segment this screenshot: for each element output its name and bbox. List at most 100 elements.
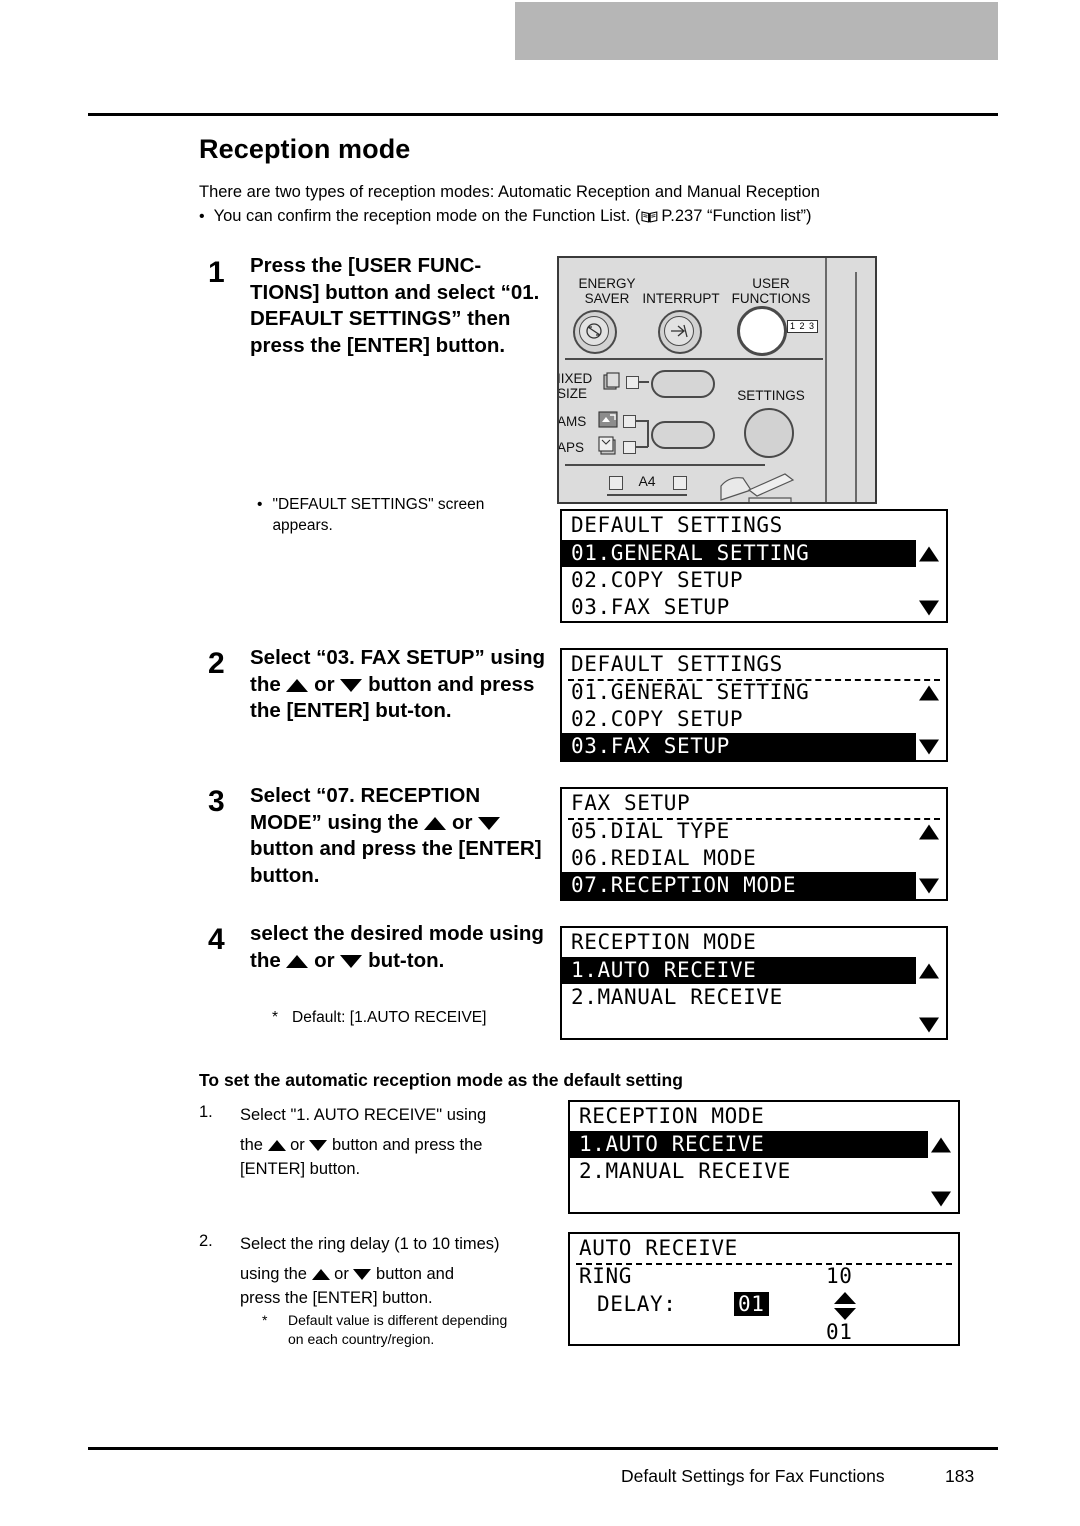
lcd-title: AUTO RECEIVE (579, 1236, 738, 1260)
settings-label: SETTINGS (737, 388, 805, 403)
footer-rule (88, 1447, 998, 1450)
lcd-row-label: 05.DIAL TYPE (571, 819, 730, 843)
lcd-row-label: 2.MANUAL RECEIVE (579, 1159, 791, 1183)
ams-label: AMS (557, 414, 587, 429)
intro-bullet-ref: P.237 “Function list”) (661, 207, 812, 225)
intro-bullet-text: You can confirm the reception mode on th… (214, 205, 812, 228)
lcd-row-1[interactable]: 2.MANUAL RECEIVE (562, 984, 946, 1011)
sub-item-2-line-2: using the or button and (240, 1262, 560, 1286)
step-1-note-text: "DEFAULT SETTINGS" screen appears. (272, 496, 485, 534)
bullet-dot: • (199, 208, 205, 225)
lcd-row-0[interactable]: 05.DIAL TYPE (562, 818, 946, 845)
sub-item-1-line-2b: or (290, 1136, 305, 1154)
sub-item-1-line-1: Select "1. AUTO RECEIVE" using (240, 1106, 487, 1124)
lcd-separator (576, 1263, 952, 1265)
aps-led (623, 441, 636, 454)
lcd-row-2[interactable]: 03.FAX SETUP (562, 733, 946, 760)
screen-reception-mode-2: RECEPTION MODE 1.AUTO RECEIVE 2.MANUAL R… (568, 1100, 960, 1214)
intro-paragraph: There are two types of reception modes: … (199, 183, 820, 201)
manual-page: Reception mode There are two types of re… (0, 0, 1080, 1526)
down-arrow-icon (340, 678, 363, 692)
scroll-up-icon[interactable] (919, 824, 939, 839)
sub-item-1-number: 1. (199, 1103, 213, 1121)
settings-button[interactable] (744, 408, 794, 458)
screen-auto-receive: AUTO RECEIVE RING DELAY: 01 10 01 (568, 1232, 960, 1346)
lcd-row-0[interactable]: 1.AUTO RECEIVE (562, 957, 946, 984)
screen-reception-mode-1: RECEPTION MODE 1.AUTO RECEIVE 2.MANUAL R… (560, 926, 948, 1040)
scroll-down-icon[interactable] (919, 878, 939, 893)
step-2-text: Select “03. FAX SETUP” using the or butt… (250, 645, 558, 725)
scroll-down-icon[interactable] (919, 600, 939, 615)
step-2-number: 2 (208, 647, 225, 680)
lcd-row-0[interactable]: 01.GENERAL SETTING (562, 540, 946, 567)
sub-item-2-line-1: Select the ring delay (1 to 10 times) (240, 1235, 500, 1253)
step-4-note-star: * (272, 1009, 279, 1026)
step-4-note: * Default: [1.AUTO RECEIVE] (272, 1007, 542, 1028)
panel-vline-1 (825, 258, 827, 502)
lcd-row-2[interactable]: 03.FAX SETUP (562, 594, 946, 621)
lcd-row-2[interactable] (562, 1011, 946, 1038)
lcd-row-1[interactable]: 02.COPY SETUP (562, 706, 946, 733)
sub-item-2-line-2b: or (334, 1265, 349, 1283)
lcd-arrow-box (916, 733, 946, 760)
header-gray-band (515, 2, 998, 60)
ams-aps-bracket-v (647, 420, 649, 447)
lcd-row-1[interactable]: 02.COPY SETUP (562, 567, 946, 594)
page-title: Reception mode (199, 134, 411, 164)
step-3-text-a: Select “07. RECEPTION MODE” using the (250, 784, 481, 834)
aps-icon (597, 436, 619, 461)
sub-item-2-line-3: press the [ENTER] button. (240, 1289, 433, 1307)
ring-max-value: 10 (826, 1264, 853, 1288)
down-arrow-icon (478, 816, 501, 830)
mixed-size-connector (639, 381, 649, 383)
scroll-down-icon[interactable] (919, 1017, 939, 1032)
panel-divider-1 (565, 358, 823, 360)
user-functions-button[interactable] (737, 306, 787, 356)
sub-item-2-number: 2. (199, 1232, 213, 1250)
lcd-row-1[interactable]: 06.REDIAL MODE (562, 845, 946, 872)
step-1-text: Press the [USER FUNC-TIONS] button and s… (250, 254, 540, 357)
lcd-row-2[interactable]: 07.RECEPTION MODE (562, 872, 946, 899)
step-1-note: • "DEFAULT SETTINGS" screen appears. (257, 494, 547, 536)
mixed-size-button[interactable] (651, 370, 715, 398)
lcd-row-label: 01.GENERAL SETTING (571, 541, 810, 565)
lcd-title: DEFAULT SETTINGS (571, 652, 783, 676)
lcd-row-label: 01.GENERAL SETTING (571, 680, 810, 704)
book-icon (641, 210, 658, 223)
sub-item-1-line-2a: the (240, 1136, 263, 1154)
scroll-up-icon[interactable] (919, 546, 939, 561)
lcd-row-1[interactable]: 2.MANUAL RECEIVE (570, 1158, 958, 1185)
sub-item-2-note-line-1: Default value is different depending (288, 1312, 508, 1328)
ams-icon (597, 410, 619, 435)
step-3-text: Select “07. RECEPTION MODE” using the or… (250, 783, 550, 889)
lcd-row-0[interactable]: 1.AUTO RECEIVE (570, 1131, 958, 1158)
scroll-up-icon[interactable] (919, 685, 939, 700)
user-functions-label-2: FUNCTIONS (731, 291, 811, 306)
lcd-row-2[interactable] (570, 1185, 958, 1212)
scroll-up-icon[interactable] (931, 1137, 951, 1152)
step-1-note-bullet: • (257, 496, 263, 513)
down-arrow-icon (340, 954, 363, 968)
step-3-number: 3 (208, 785, 225, 818)
step-1-number: 1 (208, 256, 225, 289)
interrupt-icon (664, 316, 694, 346)
footer-page-number: 183 (945, 1466, 975, 1486)
delay-value[interactable]: 01 (734, 1292, 769, 1316)
paper-tray-icon (719, 470, 819, 502)
up-arrow-icon (286, 954, 309, 968)
a4-led-left (609, 476, 623, 490)
step-4-note-text: Default: [1.AUTO RECEIVE] (292, 1009, 487, 1026)
sub-item-1-line-2c: button and press the (331, 1136, 483, 1154)
ring-min-value: 01 (826, 1320, 853, 1344)
aps-label: APS (557, 440, 585, 455)
lcd-title: RECEPTION MODE (571, 930, 757, 954)
ams-aps-button[interactable] (651, 421, 715, 449)
lcd-row-0[interactable]: 01.GENERAL SETTING (562, 679, 946, 706)
up-down-arrows-icon[interactable] (832, 1292, 858, 1320)
lcd-row-label: 03.FAX SETUP (571, 595, 730, 619)
scroll-up-icon[interactable] (919, 963, 939, 978)
step-4-number: 4 (208, 923, 225, 956)
down-arrow-icon (309, 1140, 328, 1151)
scroll-down-icon[interactable] (919, 739, 939, 754)
scroll-down-icon[interactable] (931, 1191, 951, 1206)
